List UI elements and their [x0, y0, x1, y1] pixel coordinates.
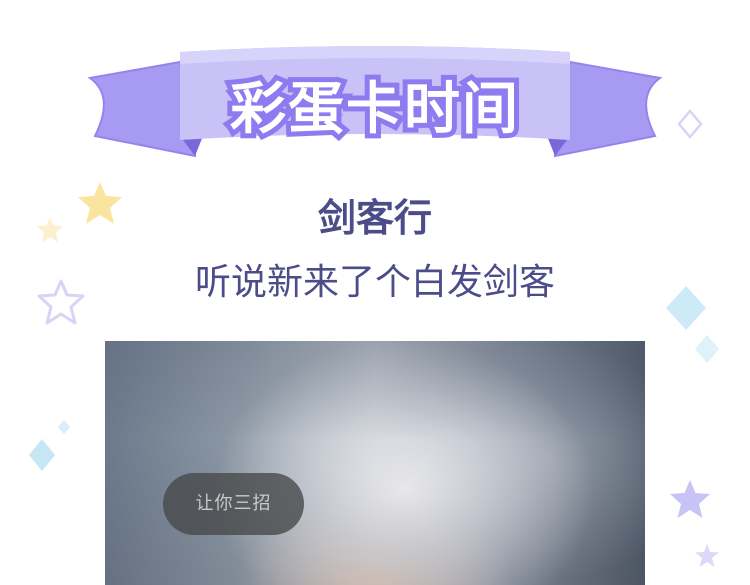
star-icon	[670, 480, 710, 518]
image-overlay	[105, 341, 645, 585]
diamond-icon	[29, 439, 55, 471]
easter-egg-card-page: 彩蛋卡时间 彩蛋卡时间 剑客行 听说新来了个白发剑客 让你三招	[0, 0, 750, 585]
diamond-icon	[58, 420, 70, 434]
banner-title: 彩蛋卡时间	[230, 77, 520, 142]
work-title: 剑客行	[317, 196, 432, 240]
diamond-icon	[695, 335, 719, 363]
star-icon	[695, 544, 719, 567]
work-subtitle: 听说新来了个白发剑客	[194, 262, 555, 303]
let-you-three-moves-button[interactable]: 让你三招	[163, 473, 304, 535]
diamond-outline-icon	[677, 109, 703, 139]
blurred-preview-image	[105, 341, 645, 585]
